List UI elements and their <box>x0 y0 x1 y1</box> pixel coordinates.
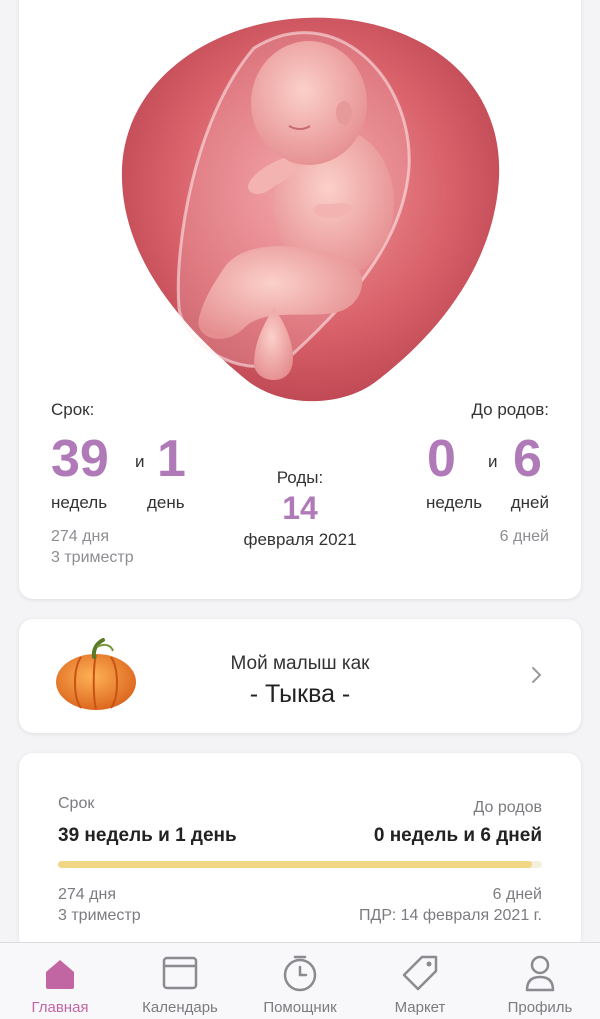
baby-size-name: - Тыква - <box>249 680 351 708</box>
until-weeks-unit: недель <box>426 493 483 512</box>
nav-label-assistant: Помощник <box>263 999 337 1016</box>
term-label: Срок: <box>51 400 95 419</box>
nav-label-market: Маркет <box>394 999 446 1016</box>
nav-item-assistant[interactable]: Помощник <box>240 943 360 1019</box>
progress-track <box>58 861 542 868</box>
until-conjunction: и <box>488 452 498 471</box>
timer-icon <box>283 955 317 992</box>
nav-item-market[interactable]: Маркет <box>360 943 480 1019</box>
due-date: ПДР: 14 февраля 2021 г. <box>359 907 542 924</box>
until-days-value: 6 <box>513 430 542 488</box>
nav-item-profile[interactable]: Профиль <box>480 943 600 1019</box>
term-trimester: 3 триместр <box>51 549 134 566</box>
birth-month-year: февраля 2021 <box>243 530 357 549</box>
until-label: До родов: <box>471 400 549 419</box>
until-weeks-value: 0 <box>427 430 456 488</box>
progress-left-days: 274 дня <box>58 886 116 903</box>
progress-until-label: До родов <box>473 799 542 816</box>
pregnancy-summary-card: Срок: 39 и 1 недель день 274 дня 3 триме… <box>19 0 581 599</box>
progress-left-trimester: 3 триместр <box>58 907 141 924</box>
progress-until-value: 0 недель и 6 дней <box>373 825 542 846</box>
nav-label-calendar: Календарь <box>142 999 218 1016</box>
progress-term-label: Срок <box>58 795 95 812</box>
tag-icon <box>402 955 438 991</box>
progress-right-days: 6 дней <box>492 886 542 903</box>
progress-fill <box>58 861 533 868</box>
until-total-days: 6 дней <box>499 528 549 545</box>
baby-size-caption: Мой малыш как <box>230 653 370 674</box>
profile-icon <box>525 955 555 992</box>
home-icon <box>46 960 74 989</box>
calendar-icon <box>162 956 198 990</box>
nav-item-home[interactable]: Главная <box>0 943 120 1019</box>
nav-item-calendar[interactable]: Календарь <box>120 943 240 1019</box>
birth-day: 14 <box>282 490 318 526</box>
chevron-right-icon[interactable] <box>531 665 543 690</box>
fetus-illustration <box>104 8 504 408</box>
nav-label-profile: Профиль <box>507 999 573 1016</box>
progress-card: Срок До родов 39 недель и 1 день 0 недел… <box>19 753 581 953</box>
until-days-unit: дней <box>510 493 549 512</box>
baby-size-card[interactable]: Мой малыш как - Тыква - <box>19 619 581 733</box>
bottom-navigation: Главная Календарь Помощник Маркет Профил… <box>0 942 600 1019</box>
nav-label-home: Главная <box>31 999 89 1016</box>
progress-term-value: 39 недель и 1 день <box>58 825 237 846</box>
